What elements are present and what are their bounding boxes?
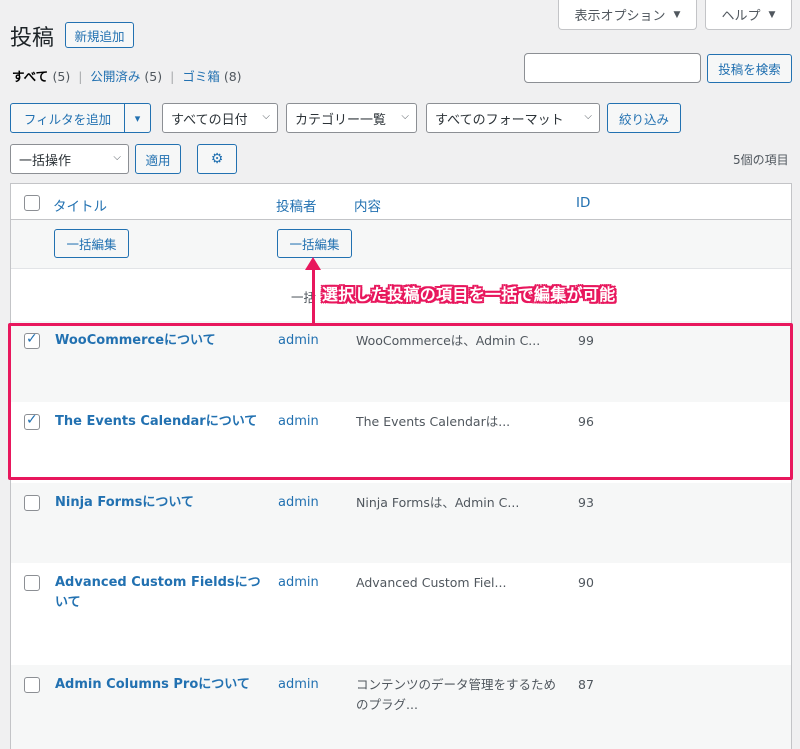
column-id-header[interactable]: ID — [576, 195, 590, 211]
settings-gear-button[interactable]: ⚙ — [197, 144, 237, 174]
search-input[interactable] — [524, 53, 701, 83]
bulk-action-value: 一括操作 — [19, 153, 72, 169]
post-status-views: すべて (5) | 公開済み (5) | ゴミ箱 (8) — [12, 69, 242, 84]
chevron-down-icon: ⌵ — [401, 111, 409, 122]
table-row: Advanced Custom Fieldsについて admin Advance… — [11, 563, 791, 664]
help-tab[interactable]: ヘルプ ▼ — [705, 0, 792, 30]
page-title: 投稿 — [10, 26, 55, 51]
format-filter-value: すべてのフォーマット — [435, 112, 564, 128]
table-row: Ninja Formsについて admin Ninja Formsは、Admin… — [11, 483, 791, 563]
chevron-down-icon: ⌵ — [113, 152, 121, 163]
bulk-edit-row: 一括編集 一括編集 — [11, 220, 791, 269]
bulk-action-select[interactable]: 一括操作 ⌵ — [10, 144, 129, 174]
gear-icon: ⚙ — [210, 151, 224, 167]
category-filter-value: カテゴリー一覧 — [295, 112, 387, 128]
view-published[interactable]: 公開済み (5) — [90, 69, 162, 84]
date-filter-value: すべての日付 — [171, 112, 248, 128]
table-row: Admin Columns Proについて admin コンテンツのデータ管理を… — [11, 665, 791, 749]
triangle-down-icon: ▼ — [768, 9, 776, 20]
format-filter-select[interactable]: すべてのフォーマット ⌵ — [426, 103, 600, 133]
help-label: ヘルプ — [721, 9, 761, 24]
chevron-down-icon: ⌵ — [584, 111, 592, 122]
post-content-excerpt: Advanced Custom Fiel... — [356, 575, 507, 590]
post-title-link[interactable]: Advanced Custom Fieldsについて — [55, 573, 265, 613]
add-filter-button[interactable]: フィルタを追加 — [10, 103, 125, 133]
row-checkbox[interactable] — [24, 677, 40, 693]
search-posts-button[interactable]: 投稿を検索 — [707, 54, 792, 83]
post-id: 87 — [578, 677, 594, 692]
screen-options-tab[interactable]: 表示オプション ▼ — [558, 0, 697, 30]
post-id: 90 — [578, 575, 594, 590]
screen-options-label: 表示オプション — [574, 9, 666, 24]
post-title-link[interactable]: Admin Columns Proについて — [55, 675, 265, 695]
column-author-header: 投稿者 — [276, 199, 317, 215]
row-checkbox[interactable] — [24, 495, 40, 511]
add-new-button[interactable]: 新規追加 — [65, 22, 134, 48]
column-content-header: 内容 — [354, 199, 381, 215]
post-author-link[interactable]: admin — [278, 573, 319, 593]
select-all-checkbox[interactable] — [24, 195, 40, 211]
row-checkbox[interactable] — [24, 575, 40, 591]
post-content-excerpt: Ninja Formsは、Admin C... — [356, 495, 520, 510]
bulk-edit-button[interactable]: 一括編集 — [54, 229, 129, 258]
apply-button[interactable]: 適用 — [135, 144, 181, 174]
post-content-excerpt: コンテンツのデータ管理をするためのプラグ... — [356, 677, 557, 712]
post-author-link[interactable]: admin — [278, 675, 319, 695]
post-id: 93 — [578, 495, 594, 510]
triangle-down-icon: ▼ — [673, 9, 681, 20]
chevron-down-icon: ⌵ — [262, 111, 270, 122]
view-all[interactable]: すべて (5) — [12, 69, 70, 84]
post-author-link[interactable]: admin — [278, 493, 319, 513]
table-header: タイトル 投稿者 内容 ID — [11, 184, 791, 220]
arrow-up-icon — [305, 257, 321, 270]
add-filter-dropdown-button[interactable]: ▾ — [124, 103, 151, 133]
bulk-edit-button-2[interactable]: 一括編集 — [277, 229, 352, 258]
date-filter-select[interactable]: すべての日付 ⌵ — [162, 103, 278, 133]
filter-button[interactable]: 絞り込み — [607, 103, 681, 133]
annotation-label: 選択した投稿の項目を一括で編集が可能 — [322, 285, 616, 304]
selection-highlight-box — [8, 323, 793, 480]
post-title-link[interactable]: Ninja Formsについて — [55, 493, 265, 513]
annotation-arrow-line — [312, 268, 315, 324]
column-title-header[interactable]: タイトル — [53, 195, 107, 215]
view-trash[interactable]: ゴミ箱 (8) — [182, 69, 241, 84]
category-filter-select[interactable]: カテゴリー一覧 ⌵ — [286, 103, 417, 133]
item-count: 5個の項目 — [733, 153, 789, 167]
